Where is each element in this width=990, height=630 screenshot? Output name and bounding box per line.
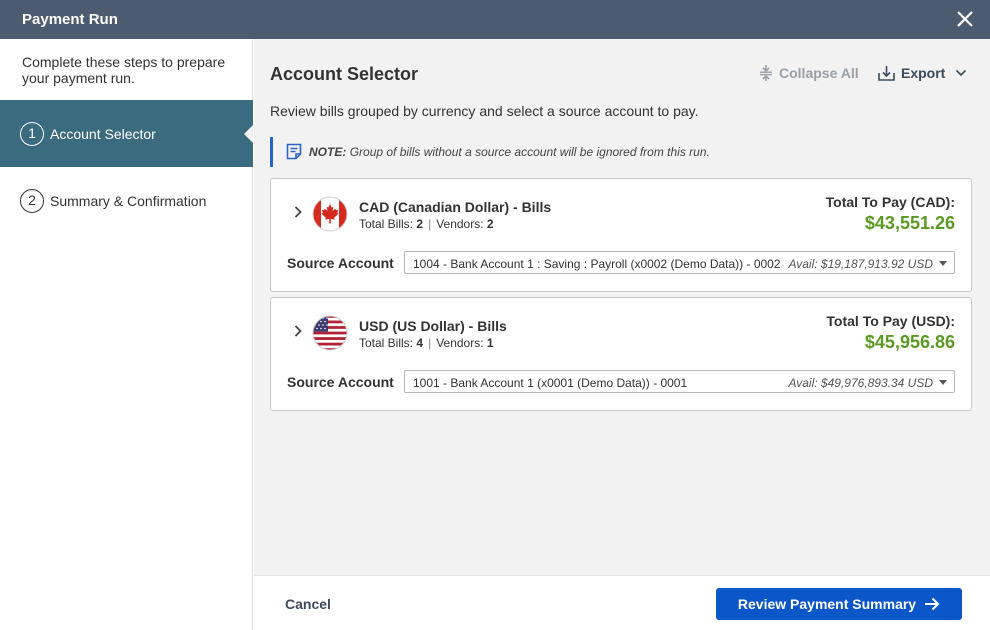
collapse-all-button[interactable]: Collapse All: [759, 65, 859, 81]
page-title: Account Selector: [270, 64, 419, 84]
dropdown-arrow-icon: [939, 380, 947, 385]
source-account-select[interactable]: 1004 - Bank Account 1 : Saving : Payroll…: [404, 251, 955, 274]
currency-title: USD (US Dollar) - Bills: [359, 318, 507, 334]
total-bills-label: Total Bills:: [359, 217, 414, 231]
available-balance: Avail: $49,976,893.34 USD: [784, 376, 933, 390]
currency-group-card: CAD (Canadian Dollar) - Bills Total Bill…: [270, 178, 972, 292]
currency-title: CAD (Canadian Dollar) - Bills: [359, 199, 552, 215]
cancel-button[interactable]: Cancel: [285, 596, 331, 612]
note-message: Group of bills without a source account …: [349, 145, 710, 159]
step-summary-confirmation[interactable]: 2 Summary & Confirmation: [0, 167, 253, 234]
meta-divider: |: [428, 336, 432, 350]
collapse-icon: [760, 65, 772, 81]
active-step-caret: [244, 125, 253, 143]
source-account-label: Source Account: [287, 255, 394, 271]
main-panel: Account Selector Collapse All Export Rev…: [254, 39, 990, 575]
step-account-selector[interactable]: 1 Account Selector: [0, 100, 253, 167]
chevron-down-icon: [956, 69, 967, 77]
source-account-value: 1001 - Bank Account 1 (x0001 (Demo Data)…: [413, 376, 688, 390]
source-account-select[interactable]: 1001 - Bank Account 1 (x0001 (Demo Data)…: [404, 370, 955, 393]
footer-bar: Cancel Review Payment Summary: [254, 575, 990, 630]
source-account-label: Source Account: [287, 374, 394, 390]
note-prefix: NOTE:: [309, 145, 347, 159]
currency-group-card: USD (US Dollar) - Bills Total Bills: 4 | V…: [270, 297, 972, 411]
review-payment-summary-button[interactable]: Review Payment Summary: [716, 588, 962, 620]
step-number: 1: [20, 122, 44, 146]
vendors-label: Vendors:: [436, 217, 484, 231]
step-label: Summary & Confirmation: [50, 193, 207, 209]
arrow-right-icon: [925, 597, 940, 611]
vendors-label: Vendors:: [436, 336, 484, 350]
usa-flag-icon: [312, 315, 348, 351]
vendors-value: 1: [486, 336, 494, 350]
bill-counts: Total Bills: 4 | Vendors: 1: [359, 336, 494, 350]
note-icon: [286, 143, 302, 160]
review-payment-summary-label: Review Payment Summary: [737, 596, 917, 612]
close-icon[interactable]: [954, 8, 976, 30]
vendors-value: 2: [486, 217, 494, 231]
title-bar: Payment Run: [0, 0, 990, 39]
note-text: NOTE: Group of bills without a source ac…: [309, 145, 710, 159]
step-number: 2: [20, 189, 44, 213]
canada-flag-icon: [312, 196, 348, 232]
total-bills-value: 2: [416, 217, 424, 231]
dropdown-arrow-icon: [939, 261, 947, 266]
meta-divider: |: [428, 217, 432, 231]
source-account-value: 1004 - Bank Account 1 : Saving : Payroll…: [413, 257, 781, 271]
note-banner: NOTE: Group of bills without a source ac…: [270, 137, 974, 167]
export-button[interactable]: Export: [878, 65, 967, 81]
steps-sidebar: Complete these steps to prepare your pay…: [0, 39, 253, 630]
total-bills-value: 4: [416, 336, 424, 350]
page-description: Review bills grouped by currency and sel…: [270, 103, 699, 119]
collapse-all-label: Collapse All: [779, 65, 859, 81]
window-title: Payment Run: [22, 11, 118, 28]
available-balance: Avail: $19,187,913.92 USD: [784, 257, 933, 271]
chevron-right-icon[interactable]: [293, 324, 303, 338]
chevron-right-icon[interactable]: [293, 205, 303, 219]
total-to-pay-label: Total To Pay (CAD):: [825, 194, 955, 210]
total-to-pay-amount: $43,551.26: [864, 213, 955, 233]
total-to-pay-label: Total To Pay (USD):: [826, 313, 955, 329]
bill-counts: Total Bills: 2 | Vendors: 2: [359, 217, 494, 231]
export-icon: [878, 66, 895, 81]
total-bills-label: Total Bills:: [359, 336, 414, 350]
sidebar-intro: Complete these steps to prepare your pay…: [22, 54, 226, 86]
export-label: Export: [901, 65, 946, 81]
total-to-pay-amount: $45,956.86: [864, 332, 955, 352]
step-label: Account Selector: [50, 126, 156, 142]
